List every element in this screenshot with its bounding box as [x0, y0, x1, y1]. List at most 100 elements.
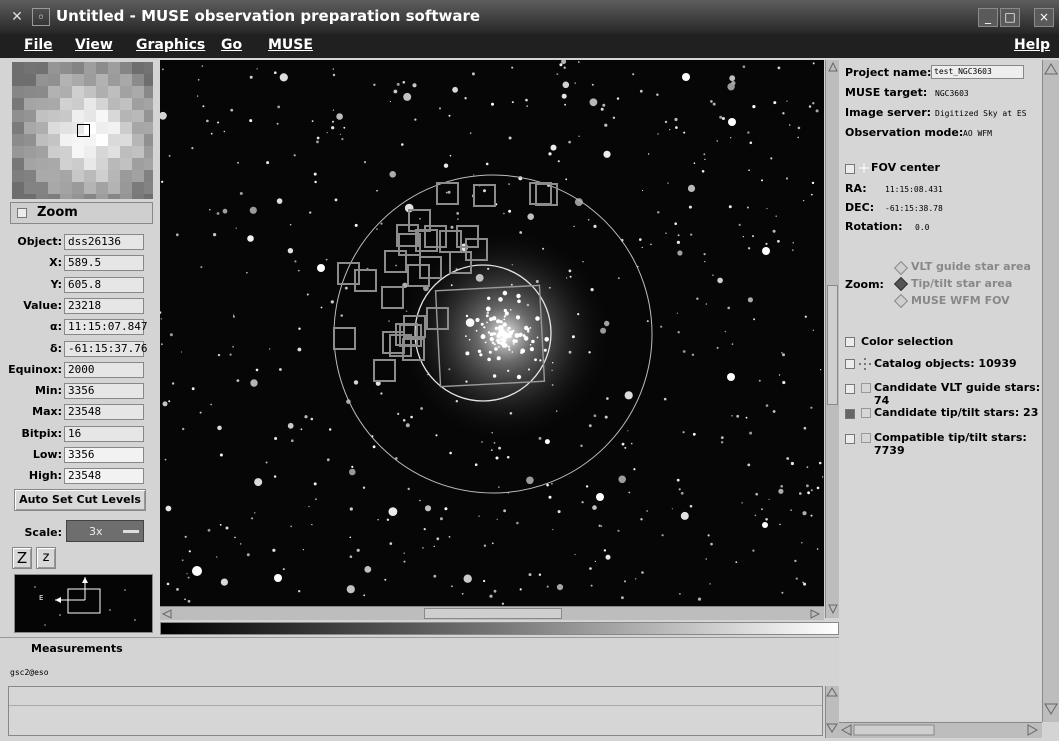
star	[403, 560, 406, 563]
color-selection-checkbox[interactable]	[845, 337, 855, 347]
menu-muse[interactable]: MUSE	[268, 37, 313, 53]
star	[302, 549, 304, 551]
star	[632, 73, 635, 76]
star	[729, 75, 736, 82]
star	[341, 138, 344, 141]
star	[561, 93, 567, 99]
star	[556, 584, 564, 591]
cluster-star	[468, 321, 471, 324]
app-x-icon[interactable]: ✕	[8, 8, 26, 26]
fov-center-checkbox[interactable]	[845, 164, 855, 174]
scale-select[interactable]: 3x	[66, 520, 144, 542]
radio-tiptilt-area[interactable]	[893, 276, 909, 292]
star	[274, 437, 278, 440]
scroll-down-icon[interactable]	[828, 604, 838, 615]
thumbnail-pixel	[60, 170, 72, 182]
star	[639, 89, 643, 93]
tiptilt-candidates-checkbox[interactable]	[845, 409, 855, 419]
log-text-area[interactable]	[8, 686, 823, 736]
zoom-option-vlt-guide[interactable]: VLT guide star area	[911, 260, 1031, 273]
scroll-thumb[interactable]	[827, 285, 838, 405]
cluster-star	[465, 314, 469, 318]
star	[452, 86, 458, 93]
star	[687, 184, 696, 192]
sky-image[interactable]	[160, 60, 824, 606]
star	[551, 482, 553, 485]
thumbnail-pixel	[48, 62, 60, 74]
right-panel-hscrollbar[interactable]	[839, 722, 1042, 738]
scroll-thumb[interactable]	[424, 608, 562, 619]
star	[601, 525, 603, 527]
scroll-left-icon[interactable]	[161, 609, 172, 619]
star	[180, 351, 183, 353]
star	[237, 161, 239, 164]
panner-thumbnail[interactable]: E	[14, 574, 153, 633]
star	[564, 103, 566, 106]
star	[786, 457, 790, 460]
star	[249, 206, 257, 214]
window-menu-icon[interactable]: ◦	[32, 8, 50, 26]
field-label: Object:	[17, 235, 62, 248]
log-scrollbar[interactable]	[825, 686, 839, 738]
auto-set-cut-levels-button[interactable]: Auto Set Cut Levels	[14, 489, 146, 511]
menu-go[interactable]: Go	[221, 37, 242, 53]
star	[503, 212, 505, 215]
star	[191, 387, 195, 391]
star	[716, 140, 718, 142]
close-button[interactable]: ×	[1034, 8, 1054, 27]
vlt-guide-checkbox[interactable]	[845, 384, 855, 394]
thumbnail-pixel	[36, 194, 48, 199]
thumbnail-pixel	[132, 182, 144, 194]
bright-star	[728, 118, 736, 126]
thumbnail-pixel	[72, 146, 84, 158]
star	[605, 554, 611, 560]
field-value[interactable]: 23548	[64, 468, 144, 484]
tiptilt-compatible-checkbox[interactable]	[845, 434, 855, 444]
star	[661, 534, 664, 537]
zoom-out-button[interactable]: z	[36, 547, 56, 569]
zoom-checkbox[interactable]	[17, 208, 27, 218]
star	[527, 213, 534, 220]
star	[220, 578, 228, 586]
star	[679, 593, 681, 595]
star	[200, 266, 203, 269]
star	[209, 209, 211, 211]
zoom-toggle[interactable]: Zoom	[10, 202, 153, 224]
star	[511, 264, 513, 266]
cluster-star	[507, 345, 510, 348]
observation-mode-value: AO WFM	[963, 129, 992, 138]
zoom-option-muse-wfm[interactable]: MUSE WFM FOV	[911, 294, 1010, 307]
menu-view[interactable]: View	[75, 37, 113, 53]
thumbnail-pixel	[96, 98, 108, 110]
scroll-right-icon[interactable]	[810, 609, 821, 619]
star	[624, 580, 626, 583]
star	[373, 83, 376, 86]
radio-vlt-guide-area[interactable]	[893, 260, 909, 276]
radio-muse-wfm-fov[interactable]	[893, 293, 909, 309]
scroll-up-icon[interactable]	[828, 61, 838, 72]
minimize-button[interactable]: _	[978, 8, 998, 27]
menu-graphics[interactable]: Graphics	[136, 37, 205, 53]
zoom-option-tiptilt[interactable]: Tip/tilt star area	[911, 277, 1012, 290]
star	[746, 206, 749, 209]
colorbar[interactable]	[160, 622, 839, 635]
menu-file[interactable]: File	[24, 37, 53, 53]
star	[724, 330, 727, 333]
star	[749, 141, 753, 145]
right-panel-scrollbar[interactable]	[1042, 60, 1059, 722]
field-value[interactable]: 3356	[64, 447, 144, 463]
menu-help[interactable]: Help	[1014, 37, 1050, 53]
star	[475, 274, 484, 282]
zoom-in-button[interactable]: Z	[12, 547, 32, 569]
project-name-input[interactable]: test_NGC3603	[931, 65, 1024, 79]
star	[166, 582, 170, 586]
star	[544, 439, 550, 445]
catalog-objects-checkbox[interactable]	[845, 359, 855, 369]
zoom-thumbnail[interactable]	[12, 62, 153, 199]
image-vertical-scrollbar[interactable]	[825, 60, 839, 618]
thumbnail-pixel	[84, 86, 96, 98]
star	[704, 260, 706, 263]
image-horizontal-scrollbar[interactable]	[160, 606, 824, 620]
maximize-button[interactable]: □	[1000, 8, 1020, 27]
star	[439, 517, 443, 521]
